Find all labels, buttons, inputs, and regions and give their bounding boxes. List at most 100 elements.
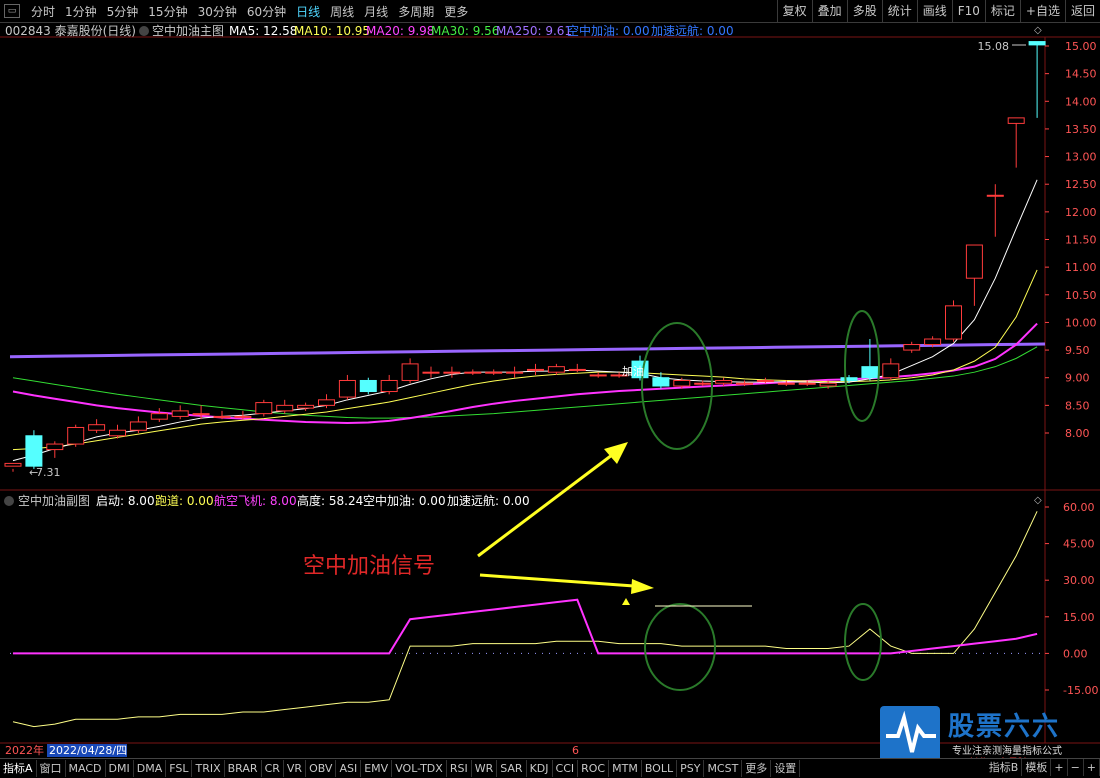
period-tab[interactable]: 5分钟 [102,3,144,20]
stock-chart: 002843 泰嘉股份(日线) 空中加油主图 MA5: 12.58 MA10: … [0,23,1100,757]
indicator-tab[interactable]: MTM [609,760,642,777]
sub-indicator-name: 空中加油副图 [18,493,90,508]
toolbar-button[interactable]: 叠加 [811,0,847,22]
indicator-tab[interactable]: RSI [447,760,472,777]
indicator-tab[interactable]: DMI [106,760,134,777]
indicator-tab[interactable]: TRIX [192,760,225,777]
sub-legend: 空中加油副图 启动: 8.00 跑道: 0.00 航空飞机: 8.00 高度: … [4,493,530,508]
date-cursor: 2022/04/28/四 [49,744,127,757]
candle-body [380,379,398,393]
price-tick-label: 14.50 [1065,68,1097,81]
toolbar-button[interactable]: 统计 [881,0,917,22]
period-tab[interactable]: 周线 [325,3,359,20]
candle-body [736,382,753,385]
period-tab[interactable]: 月线 [359,3,393,20]
candle-body [109,429,126,437]
zoom-diamond-icon[interactable]: ◇ [1034,25,1042,36]
date-strip: 2022年 2022/04/28/四 6 [5,743,579,757]
candle-body [694,382,712,385]
ma20-readout: MA20: 9.98 [366,24,434,38]
indicator-tab[interactable]: VR [284,760,307,777]
indicator-tab[interactable]: CR [262,760,284,777]
candle-body [945,305,962,340]
indicator-tab[interactable]: + [1051,759,1068,776]
hangkong-line [13,598,1038,655]
period-tab[interactable]: 分时 [26,3,60,20]
indicator-tab[interactable]: ASI [336,760,362,777]
indicator-tab[interactable]: 设置 [771,760,801,777]
indicator-tab[interactable]: OBV [306,760,337,777]
candle-body [234,415,252,418]
candle-body [965,244,983,279]
candle-body [359,379,377,393]
indicator-tab[interactable]: 窗口 [37,760,66,777]
sub-zoom-diamond-icon[interactable]: ◇ [1034,495,1042,506]
candle-body [652,377,670,387]
indicator-tab[interactable]: MACD [66,760,106,777]
indicator-tab[interactable]: 模板 [1022,759,1052,776]
kzjy-readout: 空中加油: 0.00 [567,23,650,38]
toolbar-button[interactable]: +自选 [1019,0,1065,22]
indicator-tab[interactable]: ROC [578,760,610,777]
indicator-tab[interactable]: CCI [553,760,579,777]
sub-tick-label: -15.00 [1063,684,1098,697]
sub-tick-label: 30.00 [1063,574,1095,587]
toolbar-button[interactable]: 标记 [984,0,1020,22]
sub-tick-label: 0.00 [1063,647,1088,660]
paodao-readout: 跑道: 0.00 [155,494,214,508]
toolbar-button[interactable]: 画线 [916,0,952,22]
period-tab[interactable]: 日线 [291,3,325,20]
toolbar-button[interactable]: 返回 [1064,0,1100,22]
toolbar-button[interactable]: 多股 [846,0,882,22]
candle-body [568,368,586,371]
indicator-tab[interactable]: KDJ [527,760,553,777]
candle-body [255,402,273,415]
jsyh-readout: 加速远航: 0.00 [651,23,734,38]
indicator-tab[interactable]: + [1084,759,1100,776]
signal-circle [844,603,882,681]
price-axis: 15.00 14.50 14.00 13.50 13.00 12.50 12.00 11.50… [1045,40,1097,440]
indicator-tab[interactable]: PSY [677,760,705,777]
price-tick-label: 14.00 [1065,95,1097,108]
period-tab[interactable]: 60分钟 [242,3,291,20]
menu-icon[interactable]: ▭ [4,4,20,18]
indicator-tab[interactable]: BOLL [642,760,678,777]
toolbar-right-buttons: 复权 叠加 多股 统计 画线 F10 标记 +自选 返回 [776,0,1100,22]
period-tab[interactable]: 更多 [439,3,473,20]
signal-arrowhead [631,579,654,594]
indicator-tab[interactable]: WR [472,760,498,777]
heartbeat-icon [886,710,936,753]
toolbar-button[interactable]: 复权 [776,0,812,22]
plane-label: 加油 [622,364,644,378]
indicator-tab[interactable]: − [1068,759,1084,776]
annotations: 空中加油信号 加油 15.08 7.31 ← ◇ ◇ [29,25,1042,691]
candle-body [401,363,419,381]
price-tick-label: 10.00 [1065,316,1097,329]
indicator-tab[interactable]: BRAR [225,760,262,777]
hangkong-readout: 航空飞机: 8.00 [214,493,297,508]
period-tab[interactable]: 多周期 [393,3,439,20]
indicator-tab[interactable]: 指标A [0,760,37,777]
candle-body [903,344,921,351]
period-tab[interactable]: 30分钟 [193,3,242,20]
candle-body [4,462,22,467]
candle-body [46,443,64,451]
period-toolbar: ▭ 分时 1分钟 5分钟 15分钟 30分钟 60分钟 日线 周线 月线 多周期 更多 复权 叠加 多股… [0,0,1100,23]
indicator-tab[interactable]: EMV [361,760,393,777]
candle-body [192,413,210,416]
period-tab[interactable]: 1分钟 [60,3,102,20]
period-tab[interactable]: 15分钟 [143,3,192,20]
indicator-tab[interactable]: DMA [134,760,167,777]
indicator-tab[interactable]: VOL-TDX [392,760,447,777]
price-tick-label: 9.50 [1065,344,1090,357]
ma10-readout: MA10: 10.95 [294,24,370,38]
indicator-tab[interactable]: 指标B [986,759,1023,776]
indicator-toggle-icon[interactable] [139,26,149,36]
sub-indicator-toggle-icon[interactable] [4,496,14,506]
toolbar-button[interactable]: F10 [951,0,985,22]
candle-body [485,371,503,374]
indicator-tab[interactable]: MCST [704,760,743,777]
indicator-tab[interactable]: 更多 [742,760,772,777]
indicator-tab[interactable]: SAR [497,760,527,777]
indicator-tab[interactable]: FSL [166,760,193,777]
